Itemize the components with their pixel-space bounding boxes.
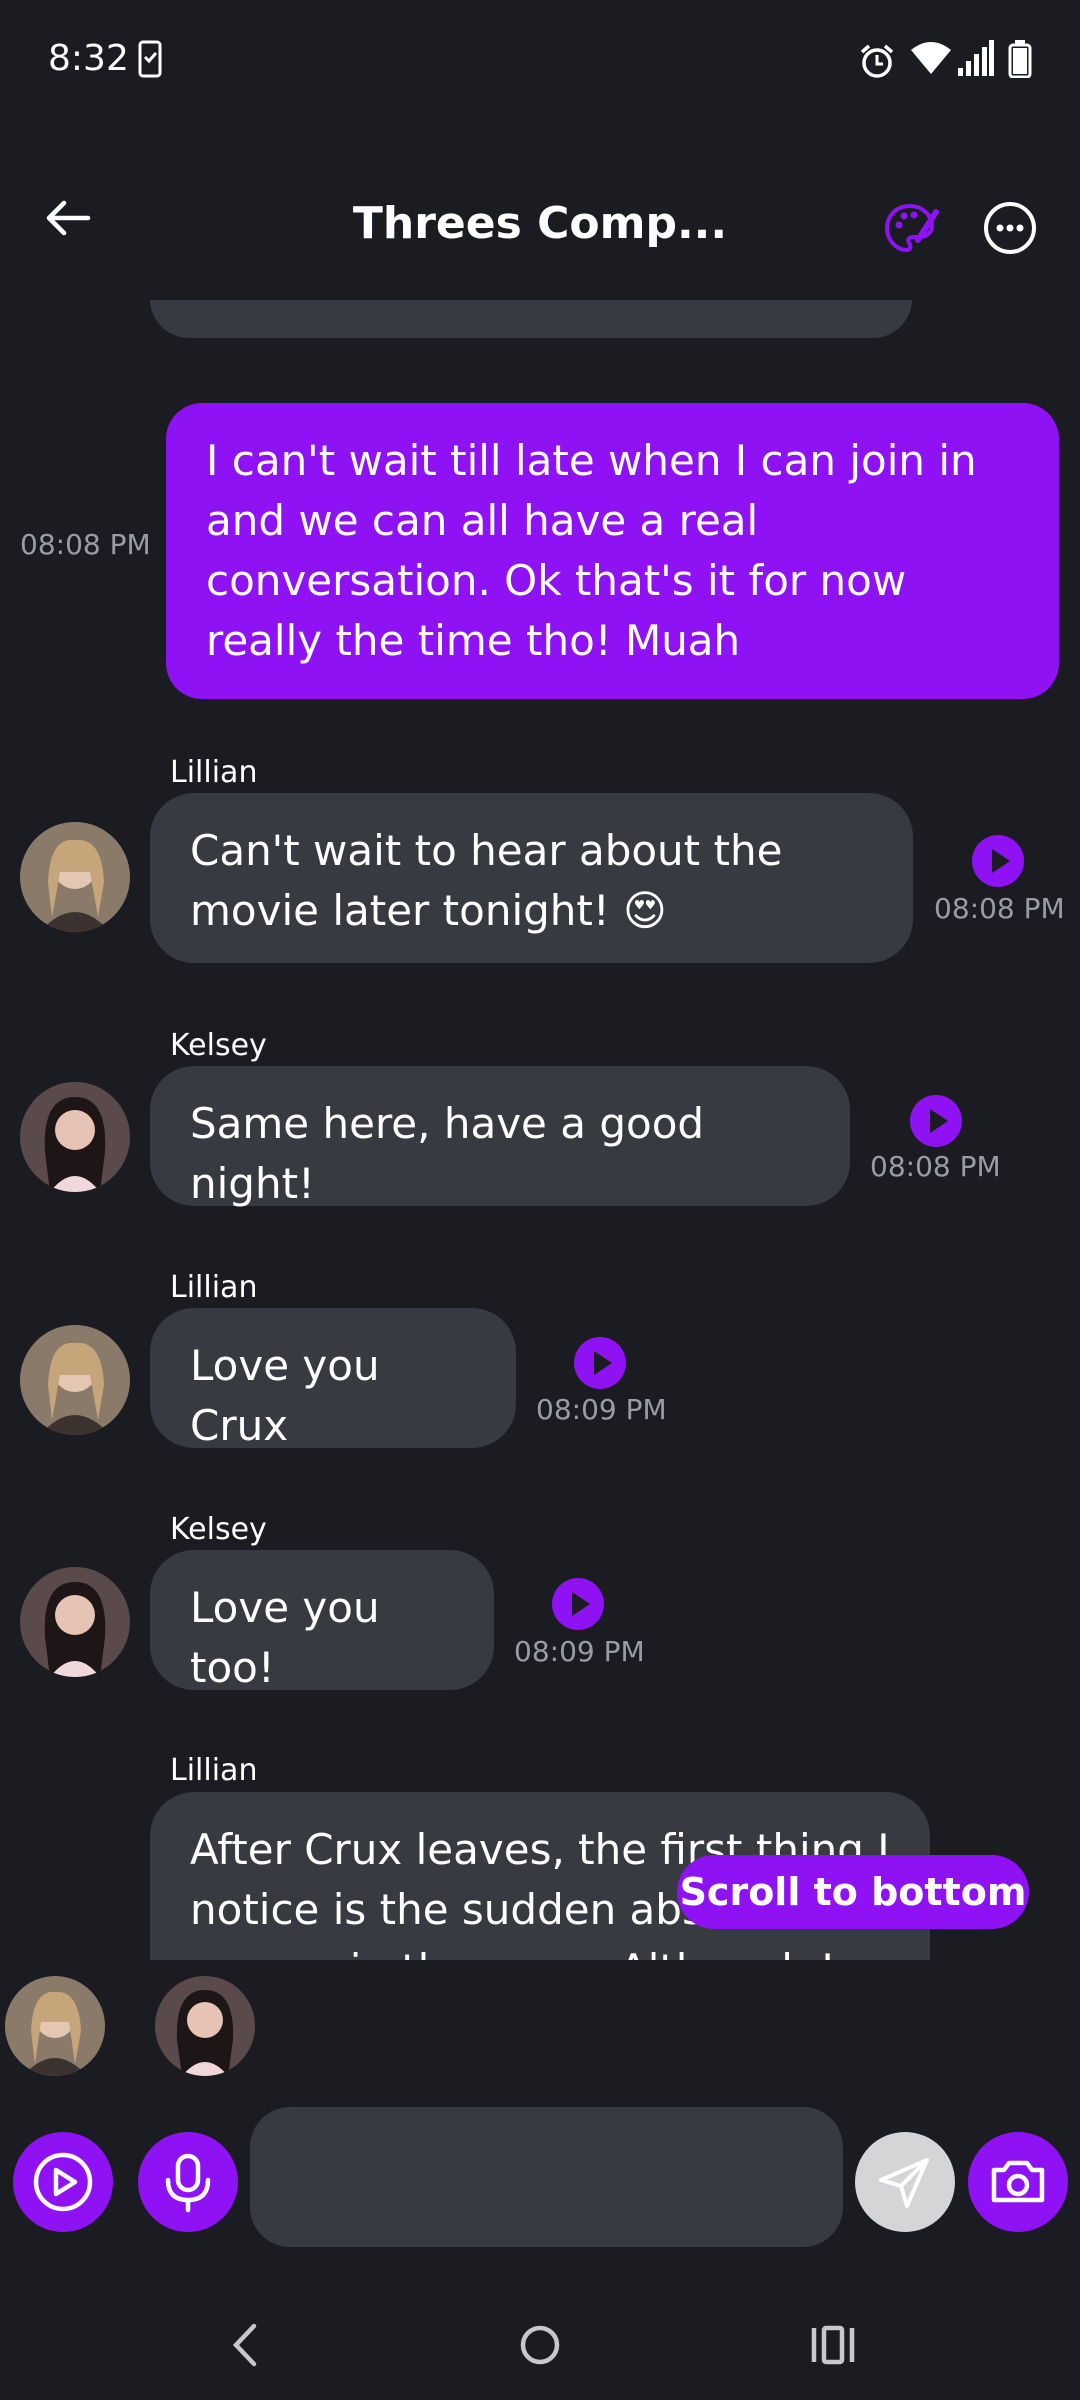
status-time: 8:32 xyxy=(48,38,129,79)
message-list[interactable]: 08:08 PM I can't wait till late when I c… xyxy=(0,300,1080,1960)
camera-button[interactable] xyxy=(968,2132,1068,2232)
message-input[interactable] xyxy=(250,2107,843,2247)
signal-icon xyxy=(958,40,994,76)
sender-name: Lillian xyxy=(170,755,258,790)
alarm-icon xyxy=(860,44,894,78)
play-audio-icon[interactable] xyxy=(552,1578,604,1630)
avatar-kelsey[interactable] xyxy=(20,1082,130,1192)
participant-avatar-kelsey[interactable] xyxy=(155,1976,255,2076)
outgoing-message-bubble[interactable]: I can't wait till late when I can join i… xyxy=(166,403,1059,699)
play-audio-icon[interactable] xyxy=(574,1337,626,1389)
message-bubble-partial xyxy=(150,300,912,338)
voice-record-button[interactable] xyxy=(138,2132,238,2232)
sender-name: Kelsey xyxy=(170,1512,267,1547)
message-time: 08:08 PM xyxy=(20,528,151,561)
message-time: 08:09 PM xyxy=(536,1393,667,1426)
mic-icon xyxy=(165,2153,211,2213)
participant-avatar-lillian[interactable] xyxy=(5,1976,105,2076)
sender-name: Lillian xyxy=(170,1270,258,1305)
nav-home-icon[interactable] xyxy=(515,2320,565,2370)
play-circle-icon xyxy=(33,2152,93,2212)
nav-back-icon[interactable] xyxy=(220,2320,270,2370)
send-icon xyxy=(879,2158,929,2208)
send-button[interactable] xyxy=(855,2132,955,2232)
wifi-icon xyxy=(911,42,951,74)
avatar-lillian[interactable] xyxy=(20,822,130,932)
more-options-icon[interactable] xyxy=(980,198,1040,258)
message-time: 08:08 PM xyxy=(934,892,1065,925)
nav-recents-icon[interactable] xyxy=(808,2320,858,2370)
message-time: 08:09 PM xyxy=(514,1635,645,1668)
palette-icon[interactable] xyxy=(880,198,940,258)
status-bar: 8:32 xyxy=(0,0,1080,110)
incoming-message-bubble[interactable]: Can't wait to hear about the movie later… xyxy=(150,793,913,963)
play-audio-icon[interactable] xyxy=(910,1095,962,1147)
battery-icon xyxy=(1008,40,1032,78)
incoming-message-bubble[interactable]: Love you too! xyxy=(150,1550,494,1692)
incoming-message-bubble[interactable]: Love you Crux xyxy=(150,1308,516,1450)
chat-header: Threes Comp... xyxy=(0,150,1080,300)
sender-name: Kelsey xyxy=(170,1028,267,1063)
play-audio-icon[interactable] xyxy=(972,835,1024,887)
scroll-to-bottom-button[interactable]: Scroll to bottom xyxy=(677,1855,1029,1929)
camera-icon xyxy=(991,2160,1045,2203)
message-time: 08:08 PM xyxy=(870,1150,1001,1183)
task-icon xyxy=(138,40,162,78)
system-nav-bar xyxy=(0,2280,1080,2400)
avatar-kelsey[interactable] xyxy=(20,1567,130,1677)
incoming-message-bubble[interactable]: Same here, have a good night! xyxy=(150,1066,850,1208)
play-video-button[interactable] xyxy=(13,2132,113,2232)
sender-name: Lillian xyxy=(170,1753,258,1788)
avatar-lillian[interactable] xyxy=(20,1325,130,1435)
